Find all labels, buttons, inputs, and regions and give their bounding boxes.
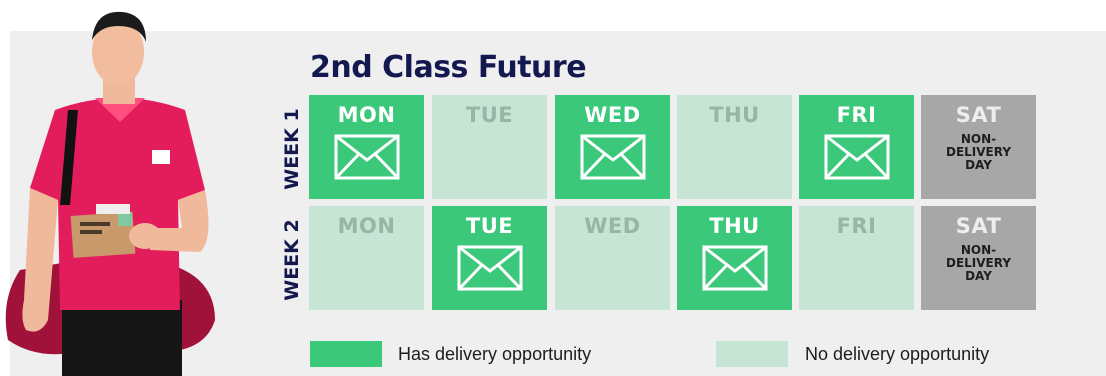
calendar-cell-week1-sat: SAT NON-DELIVERY DAY	[921, 95, 1036, 199]
envelope-icon	[334, 134, 399, 180]
page-title: 2nd Class Future	[310, 50, 587, 85]
calendar-cell-week1-fri: FRI	[799, 95, 914, 199]
non-delivery-note: NON-DELIVERY DAY	[945, 243, 1012, 283]
legend-swatch-no-delivery	[716, 341, 788, 367]
week-1-label: WEEK 1	[281, 108, 303, 190]
calendar-cell-week2-wed: WED	[555, 206, 670, 310]
day-label: WED	[584, 103, 641, 127]
day-label: THU	[709, 214, 760, 238]
day-label: FRI	[836, 214, 877, 238]
legend-swatch-delivery	[310, 341, 382, 367]
calendar-cell-week2-sat: SAT NON-DELIVERY DAY	[921, 206, 1036, 310]
day-label: FRI	[836, 103, 877, 127]
legend-label-delivery: Has delivery opportunity	[398, 344, 592, 364]
non-delivery-note: NON-DELIVERY DAY	[945, 132, 1012, 172]
envelope-icon	[457, 245, 522, 291]
legend-label-no-delivery: No delivery opportunity	[805, 344, 990, 364]
day-label: MON	[337, 103, 396, 127]
calendar-cell-week2-fri: FRI	[799, 206, 914, 310]
envelope-icon	[702, 245, 767, 291]
calendar-cell-week2-mon: MON	[309, 206, 424, 310]
day-label: TUE	[465, 214, 514, 238]
calendar-cell-week1-wed: WED	[555, 95, 670, 199]
week-2-label: WEEK 2	[281, 219, 303, 301]
day-label: TUE	[465, 103, 514, 127]
postal-worker-illustration	[5, 11, 215, 376]
calendar-cell-week1-mon: MON	[309, 95, 424, 199]
envelope-icon	[580, 134, 645, 180]
day-label: WED	[584, 214, 641, 238]
calendar-cell-week2-thu: THU	[677, 206, 792, 310]
calendar-cell-week1-tue: TUE	[432, 95, 547, 199]
envelope-icon	[824, 134, 889, 180]
calendar-cell-week1-thu: THU	[677, 95, 792, 199]
day-label: SAT	[955, 103, 1002, 127]
day-label: SAT	[955, 214, 1002, 238]
day-label: THU	[709, 103, 760, 127]
day-label: MON	[337, 214, 396, 238]
calendar-cell-week2-tue: TUE	[432, 206, 547, 310]
